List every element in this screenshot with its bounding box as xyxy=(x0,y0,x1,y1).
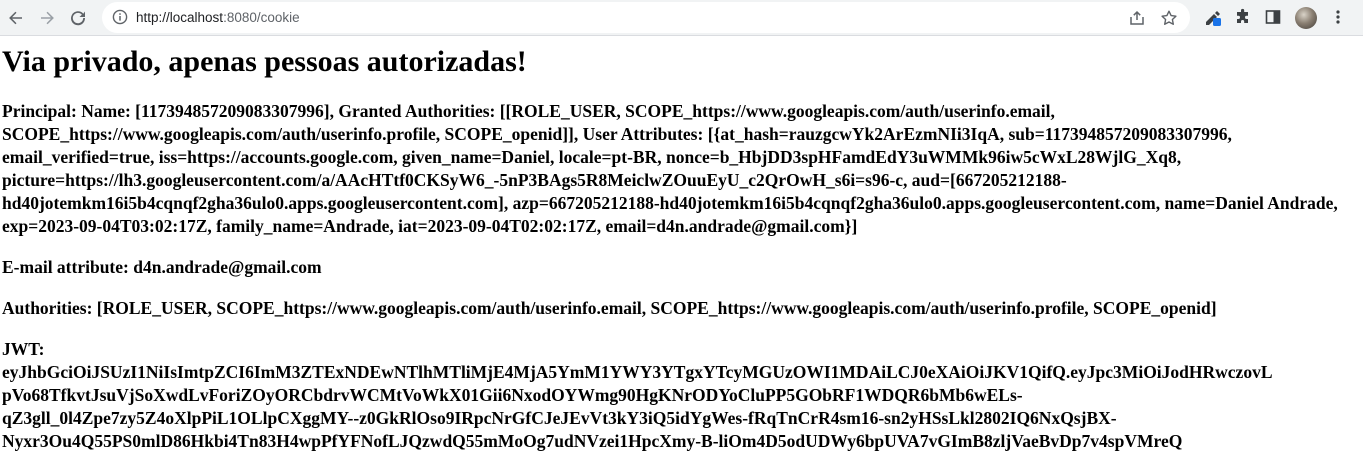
address-bar[interactable]: http://localhost:8080/cookie xyxy=(102,2,1190,33)
side-panel-icon[interactable] xyxy=(1263,7,1283,27)
jwt-line: Nyxr3Ou4Q55PS0mlD86Hkbi4Tn83H4wpPfYFNofL… xyxy=(2,431,1183,451)
pen-extension-icon[interactable] xyxy=(1203,7,1223,27)
reload-button[interactable] xyxy=(66,6,90,30)
url-path: :8080/cookie xyxy=(223,10,300,25)
principal-text: Principal: Name: [117394857209083307996]… xyxy=(2,101,1338,236)
kebab-menu-icon[interactable] xyxy=(1328,7,1348,27)
url-host: http://localhost xyxy=(136,10,224,25)
share-icon[interactable] xyxy=(1128,9,1146,27)
browser-toolbar: http://localhost:8080/cookie xyxy=(0,0,1363,36)
url-text[interactable]: http://localhost:8080/cookie xyxy=(136,2,300,33)
info-icon[interactable] xyxy=(112,9,128,25)
forward-button[interactable] xyxy=(35,6,59,30)
avatar[interactable] xyxy=(1295,7,1317,29)
page-title: Via privado, apenas pessoas autorizadas! xyxy=(2,45,527,78)
star-icon[interactable] xyxy=(1160,9,1178,27)
page-content: Via privado, apenas pessoas autorizadas!… xyxy=(2,36,1360,453)
reload-icon xyxy=(71,11,86,26)
jwt-line: qZ3gll_0l4Zpe7zy5Z4oXlpPiL1OLlpCXggMY--z… xyxy=(2,408,1117,428)
jwt-line: pVo68TfkvtJsuVjSoXwdLvForiZOyORCbdrvWCMt… xyxy=(2,385,1023,405)
arrow-left-icon xyxy=(9,11,22,25)
jwt-label: JWT: xyxy=(2,339,45,359)
puzzle-icon[interactable] xyxy=(1233,7,1253,27)
email-attribute-text: E-mail attribute: d4n.andrade@gmail.com xyxy=(2,257,322,277)
jwt-line: eyJhbGciOiJSUzI1NiIsImtpZCI6ImM3ZTExNDEw… xyxy=(2,362,1273,382)
authorities-text: Authorities: [ROLE_USER, SCOPE_https://w… xyxy=(2,298,1217,318)
arrow-right-icon xyxy=(41,11,54,25)
back-button[interactable] xyxy=(4,6,28,30)
jwt-token: eyJhbGciOiJSUzI1NiIsImtpZCI6ImM3ZTExNDEw… xyxy=(2,361,1360,453)
